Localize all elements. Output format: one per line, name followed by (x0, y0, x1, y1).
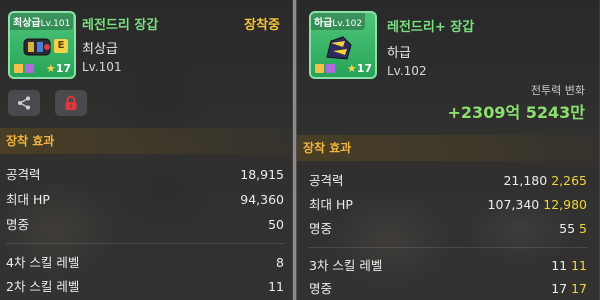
skill-bonus: 17 (571, 281, 587, 296)
grade-tag: 하급Lv.102 (311, 13, 366, 30)
skill-bonus: 11 (571, 258, 587, 273)
item-level: Lv.102 (387, 64, 427, 78)
stat-value: 107,340 12,980 (488, 194, 587, 216)
compare-item-panel: 하급Lv.102 ★17 레전드리+ 장갑 하급 Lv.102 전투력 변화 +… (296, 0, 600, 300)
stat-row: 공격력 18,915 (6, 164, 284, 186)
stat-bonus: 12,980 (543, 197, 587, 212)
skill-value: 11 11 (551, 255, 587, 277)
stat-bonus: 2,265 (551, 173, 587, 188)
star-force: ★17 (347, 62, 372, 75)
skill-label: 4차 스킬 레벨 (6, 255, 80, 270)
skill-label: 명중 (309, 281, 333, 296)
skill-value: 8 (276, 255, 284, 270)
grade-tag-level: Lv.101 (40, 19, 71, 29)
chip-purple (326, 64, 335, 73)
chip-yellow (14, 64, 23, 73)
skill-label: 3차 스킬 레벨 (309, 258, 383, 273)
star-icon: ★ (346, 62, 357, 75)
lock-icon (65, 95, 77, 110)
stat-value: 94,360 (240, 192, 284, 207)
equip-badge: E (54, 39, 68, 53)
item-name: 레전드리+ 장갑 (387, 20, 475, 35)
divider (309, 247, 587, 248)
stat-row: 명중 55 5 (309, 218, 587, 240)
skill-value: 17 17 (551, 278, 587, 300)
stat-row: 공격력 21,180 2,265 (309, 170, 587, 192)
chip-purple (25, 64, 34, 73)
item-name: 레전드리 장갑 (82, 18, 159, 33)
stat-label: 최대 HP (309, 197, 353, 212)
equipped-status: 장착중 (244, 18, 280, 33)
glove-icon (23, 38, 51, 56)
star-count: 17 (55, 62, 71, 75)
grade-tag: 최상급Lv.101 (10, 13, 74, 30)
stat-label: 공격력 (309, 173, 344, 188)
skill-base: 17 (551, 281, 568, 296)
stat-value: 55 5 (559, 218, 587, 240)
skill-base: 11 (551, 258, 568, 273)
share-button[interactable] (8, 90, 40, 116)
glove-icon (326, 36, 352, 60)
item-level: Lv.101 (82, 60, 122, 74)
star-force: ★17 (46, 62, 71, 75)
grade-tag-level: Lv.102 (332, 19, 363, 29)
star-icon: ★ (45, 62, 56, 75)
stat-row: 최대 HP 107,340 12,980 (309, 194, 587, 216)
stat-label: 명중 (309, 221, 333, 236)
stat-label: 명중 (6, 217, 30, 232)
stat-value: 21,180 2,265 (503, 170, 587, 192)
skill-label: 2차 스킬 레벨 (6, 279, 80, 294)
stat-row: 명중 50 (6, 214, 284, 236)
stat-base: 21,180 (503, 173, 548, 188)
share-icon (18, 96, 30, 110)
skill-row: 2차 스킬 레벨 11 (6, 276, 284, 298)
stat-value: 50 (268, 217, 284, 232)
grade-tag-text: 하급 (314, 18, 333, 29)
stat-base: 107,340 (487, 197, 540, 212)
section-equip-effect: 장착 효과 (0, 128, 293, 154)
power-change-label: 전투력 변화 (530, 84, 585, 97)
chip-yellow (315, 64, 324, 73)
stat-bonus: 5 (579, 221, 587, 236)
item-icon[interactable]: 하급Lv.102 ★17 (309, 11, 377, 79)
star-count: 17 (356, 62, 372, 75)
item-grade: 하급 (387, 46, 411, 61)
skill-value: 11 (268, 279, 284, 294)
item-grade: 최상급 (82, 42, 118, 57)
equipped-item-panel: 최상급Lv.101 E ★17 레전드리 장갑 장착중 최상급 Lv.101 장… (0, 0, 293, 300)
potential-chips (315, 64, 335, 73)
stat-value: 18,915 (240, 167, 284, 182)
item-icon[interactable]: 최상급Lv.101 E ★17 (8, 11, 76, 79)
stat-label: 공격력 (6, 167, 41, 182)
potential-chips (14, 64, 34, 73)
stat-base: 55 (559, 221, 576, 236)
section-equip-effect: 장착 효과 (297, 135, 600, 161)
skill-row: 3차 스킬 레벨 11 11 (309, 255, 587, 277)
skill-row: 4차 스킬 레벨 8 (6, 252, 284, 274)
stat-label: 최대 HP (6, 192, 50, 207)
power-change-value: +2309억 5243만 (447, 103, 585, 122)
skill-row: 명중 17 17 (309, 278, 587, 300)
stat-row: 최대 HP 94,360 (6, 189, 284, 211)
lock-button[interactable] (55, 90, 87, 116)
divider (6, 243, 284, 244)
grade-tag-text: 최상급 (13, 18, 41, 29)
